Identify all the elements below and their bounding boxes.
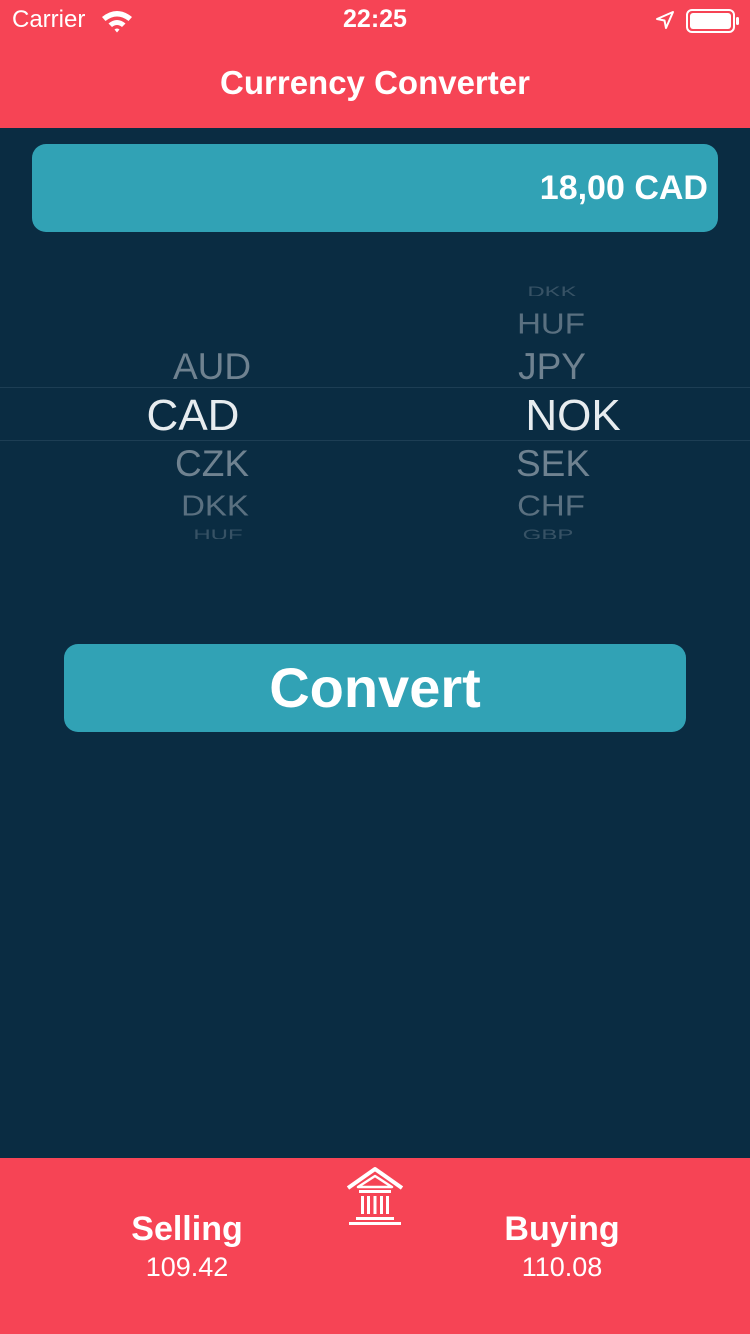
battery-icon <box>686 9 739 33</box>
to-currency-selected[interactable]: NOK <box>473 391 673 441</box>
from-currency-option[interactable]: CZK <box>112 443 312 485</box>
to-currency-option[interactable]: CHF <box>451 490 651 523</box>
from-currency-option[interactable]: HUF <box>118 527 318 539</box>
to-currency-option[interactable]: JPY <box>452 346 652 388</box>
buying-value: 110.08 <box>521 1252 603 1282</box>
from-currency-selected[interactable]: CAD <box>93 391 293 441</box>
to-currency-option[interactable]: HUF <box>451 308 651 341</box>
buying-label: Buying <box>504 1210 620 1248</box>
status-time: 22:25 <box>343 5 407 33</box>
to-currency-option[interactable]: GBP <box>448 527 648 539</box>
currency-picker[interactable]: AUD CAD CZK DKK HUF DKK HUF JPY NOK SEK … <box>0 280 750 544</box>
amount-input[interactable]: 18,00 CAD <box>32 144 718 232</box>
location-arrow-icon <box>656 11 674 29</box>
to-currency-option[interactable]: DKK <box>452 284 652 296</box>
rates-footer: Selling 109.42 Buying 110.08 <box>0 1158 750 1334</box>
from-currency-option[interactable]: AUD <box>112 346 312 388</box>
bank-icon <box>346 1167 404 1225</box>
status-bar: Carrier 22:25 <box>0 0 750 40</box>
to-currency-option[interactable]: SEK <box>453 443 653 485</box>
selling-label: Selling <box>131 1210 243 1248</box>
page-title: Currency Converter <box>220 64 530 101</box>
from-currency-option[interactable]: DKK <box>115 490 315 523</box>
header-bar: Carrier 22:25 Currency Converter <box>0 0 750 128</box>
convert-button[interactable]: Convert <box>64 644 686 732</box>
selling-value: 109.42 <box>145 1252 229 1282</box>
